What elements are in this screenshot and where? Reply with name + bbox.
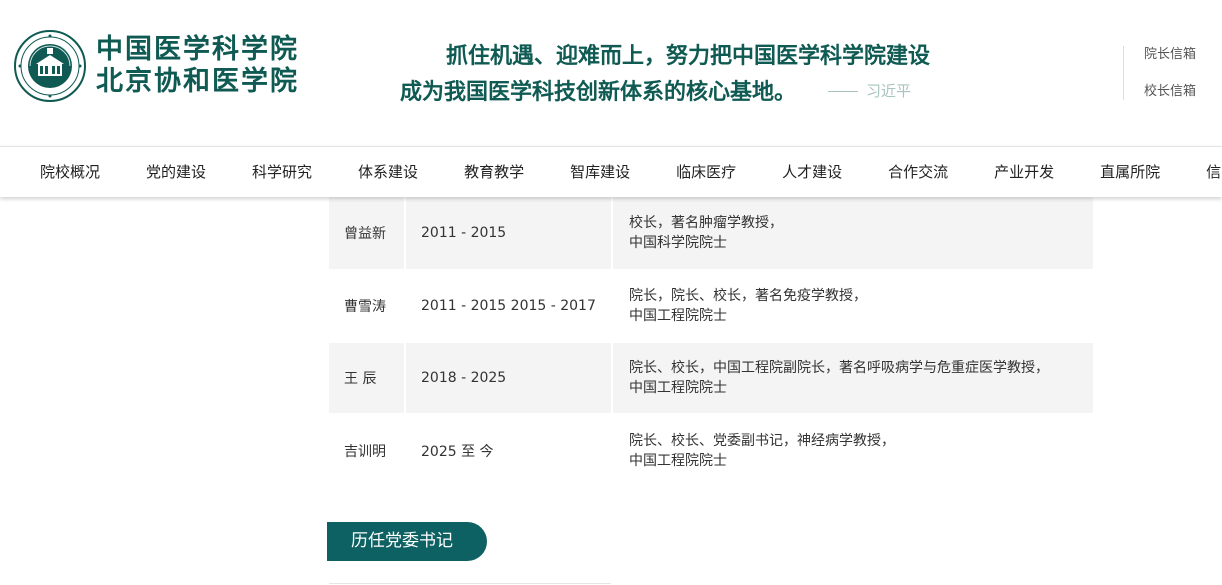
main-nav: 院校概况 党的建设 科学研究 体系建设 教育教学 智库建设 临床医疗 人才建设 …	[0, 146, 1222, 197]
leader-name: 曹雪涛	[344, 299, 386, 315]
nav-item-industry[interactable]: 产业开发	[994, 147, 1054, 197]
nav-item-talent[interactable]: 人才建设	[782, 147, 842, 197]
party-secretaries-section-tab[interactable]: 历任党委书记	[327, 522, 487, 561]
leader-term: 2011 - 2015	[406, 197, 611, 269]
slogan-line-2: 成为我国医学科技创新体系的核心基地。	[400, 80, 797, 105]
nav-item-party-building[interactable]: 党的建设	[146, 147, 206, 197]
table-row: 吉训明 2025 至 今 院长、校长、党委副书记，神经病学教授， 中国工程院院士	[329, 413, 1093, 489]
section-divider	[329, 583, 611, 584]
president-mailbox-link[interactable]: 院长信箱	[1144, 46, 1196, 64]
site-header: 中国医学科学院 北京协和医学院 抓住机遇、迎难而上，努力把中国医学科学院建设 成…	[0, 0, 1222, 146]
mailbox-links: 院长信箱 校长信箱	[1123, 46, 1196, 100]
table-row: 王 辰 2018 - 2025 院长、校长，中国工程院副院长，著名呼吸病学与危重…	[329, 343, 1093, 413]
leaders-table: 曾益新 2011 - 2015 校长，著名肿瘤学教授， 中国科学院院士 曹雪涛 …	[329, 197, 1093, 489]
nav-item-overview[interactable]: 院校概况	[40, 147, 100, 197]
principal-mailbox-link[interactable]: 校长信箱	[1144, 83, 1196, 101]
leader-title: 院长、校长、党委副书记，神经病学教授， 中国工程院院士	[613, 413, 1093, 489]
leader-title-line: 院长，院长、校长，著名免疫学教授，	[629, 288, 867, 304]
nav-item-think-tank[interactable]: 智库建设	[570, 147, 630, 197]
nav-item-info[interactable]: 信	[1206, 147, 1221, 197]
nav-item-education[interactable]: 教育教学	[464, 147, 524, 197]
nav-item-cooperation[interactable]: 合作交流	[888, 147, 948, 197]
leader-title-line: 中国工程院院士	[629, 453, 727, 469]
leader-title-line: 中国工程院院士	[629, 380, 727, 396]
leader-name: 吉训明	[344, 444, 386, 460]
nav-item-system-building[interactable]: 体系建设	[358, 147, 418, 197]
leader-term: 2018 - 2025	[406, 343, 611, 413]
leader-term: 2011 - 2015 2015 - 2017	[421, 298, 596, 314]
leader-title: 院长、校长，中国工程院副院长，著名呼吸病学与危重症医学教授， 中国工程院院士	[613, 343, 1093, 413]
leader-title-line: 中国工程院院士	[629, 308, 727, 324]
nav-item-research[interactable]: 科学研究	[252, 147, 312, 197]
leader-title-line: 中国科学院院士	[629, 235, 727, 251]
leader-title-line: 院长、校长、党委副书记，神经病学教授，	[629, 433, 895, 449]
table-row: 曹雪涛 2011 - 2015 2015 - 2017 院长，院长、校长，著名免…	[329, 269, 1093, 343]
leader-title-line: 院长、校长，中国工程院副院长，著名呼吸病学与危重症医学教授，	[629, 360, 1049, 376]
leader-title: 院长，院长、校长，著名免疫学教授， 中国工程院院士	[613, 269, 1093, 343]
slogan-line-1: 抓住机遇、迎难而上，努力把中国医学科学院建设	[446, 44, 931, 69]
institution-emblem-icon	[14, 30, 86, 102]
site-logo[interactable]: 中国医学科学院 北京协和医学院	[14, 30, 299, 102]
leader-title-line: 校长，著名肿瘤学教授，	[629, 215, 783, 231]
slogan-signature: 习近平	[828, 80, 911, 101]
leader-term: 2025 至 今	[421, 444, 494, 460]
leader-title: 校长，著名肿瘤学教授， 中国科学院院士	[613, 197, 1093, 269]
table-row: 曾益新 2011 - 2015 校长，著名肿瘤学教授， 中国科学院院士	[329, 197, 1093, 269]
nav-item-affiliates[interactable]: 直属所院	[1100, 147, 1160, 197]
logo-name-pumc: 北京协和医学院	[96, 66, 299, 97]
leader-name: 曾益新	[329, 197, 404, 269]
leader-name: 王 辰	[329, 343, 404, 413]
nav-item-clinical[interactable]: 临床医疗	[676, 147, 736, 197]
logo-name-cams: 中国医学科学院	[96, 34, 299, 65]
